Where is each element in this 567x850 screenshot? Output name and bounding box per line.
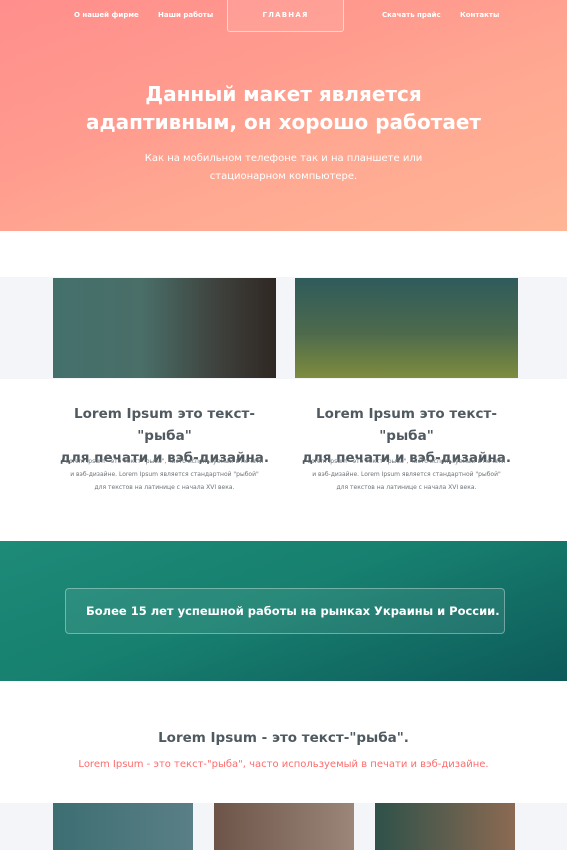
nav-item-contacts[interactable]: Контакты	[460, 11, 499, 19]
card-2-text-line-3: для текстов на латинице с начала XVI век…	[336, 484, 477, 491]
nav-item-about[interactable]: О нашей фирме	[74, 11, 139, 19]
nav-item-price[interactable]: Скачать прайс	[382, 11, 441, 19]
hero-subtitle-line-2: стационарном компьютере.	[209, 171, 358, 182]
experience-banner: Более 15 лет успешной работы на рынках У…	[0, 541, 567, 681]
gallery-thumb-2[interactable]	[214, 803, 354, 850]
card-1-text-line-3: для текстов на латинице с начала XVI век…	[94, 484, 235, 491]
card-1-title-line-1: Lorem Ipsum это текст-"рыба"	[74, 406, 255, 444]
gallery-thumb-3[interactable]	[375, 803, 515, 850]
card-1-text-line-2: и вэб-дизайне. Lorem Ipsum является стан…	[70, 471, 259, 478]
main-nav: О нашей фирме Наши работы ГЛАВНАЯ Скачат…	[0, 0, 567, 32]
card-1-text-line-1: Lorem Ipsum - это текст-"рыба", часто ис…	[65, 458, 264, 465]
card-1-image[interactable]	[53, 278, 276, 378]
card-2-text: Lorem Ipsum - это текст-"рыба", часто ис…	[295, 455, 518, 494]
nav-item-home[interactable]: ГЛАВНАЯ	[227, 0, 344, 32]
hero-subtitle-line-1: Как на мобильном телефоне так и на планш…	[144, 153, 423, 164]
card-2-title-line-1: Lorem Ipsum это текст-"рыба"	[316, 406, 497, 444]
bottom-section-subtitle: Lorem Ipsum - это текст-"рыба", часто ис…	[78, 759, 489, 770]
hero-title-line-1: Данный макет является	[145, 82, 422, 106]
banner-text: Более 15 лет успешной работы на рынках У…	[65, 588, 505, 634]
hero-title: Данный макет является адаптивным, он хор…	[60, 80, 507, 136]
bottom-section-title: Lorem Ipsum - это текст-"рыба".	[158, 730, 409, 746]
hero-title-line-2: адаптивным, он хорошо работает	[86, 110, 481, 134]
card-1-text: Lorem Ipsum - это текст-"рыба", часто ис…	[53, 455, 276, 494]
nav-item-works[interactable]: Наши работы	[158, 11, 213, 19]
card-2-text-line-2: и вэб-дизайне. Lorem Ipsum является стан…	[312, 471, 501, 478]
card-2-text-line-1: Lorem Ipsum - это текст-"рыба", часто ис…	[307, 458, 506, 465]
hero-section: О нашей фирме Наши работы ГЛАВНАЯ Скачат…	[0, 0, 567, 231]
hero-subtitle: Как на мобильном телефоне так и на планш…	[120, 150, 447, 186]
card-2-image[interactable]	[295, 278, 518, 378]
gallery-thumb-1[interactable]	[53, 803, 193, 850]
